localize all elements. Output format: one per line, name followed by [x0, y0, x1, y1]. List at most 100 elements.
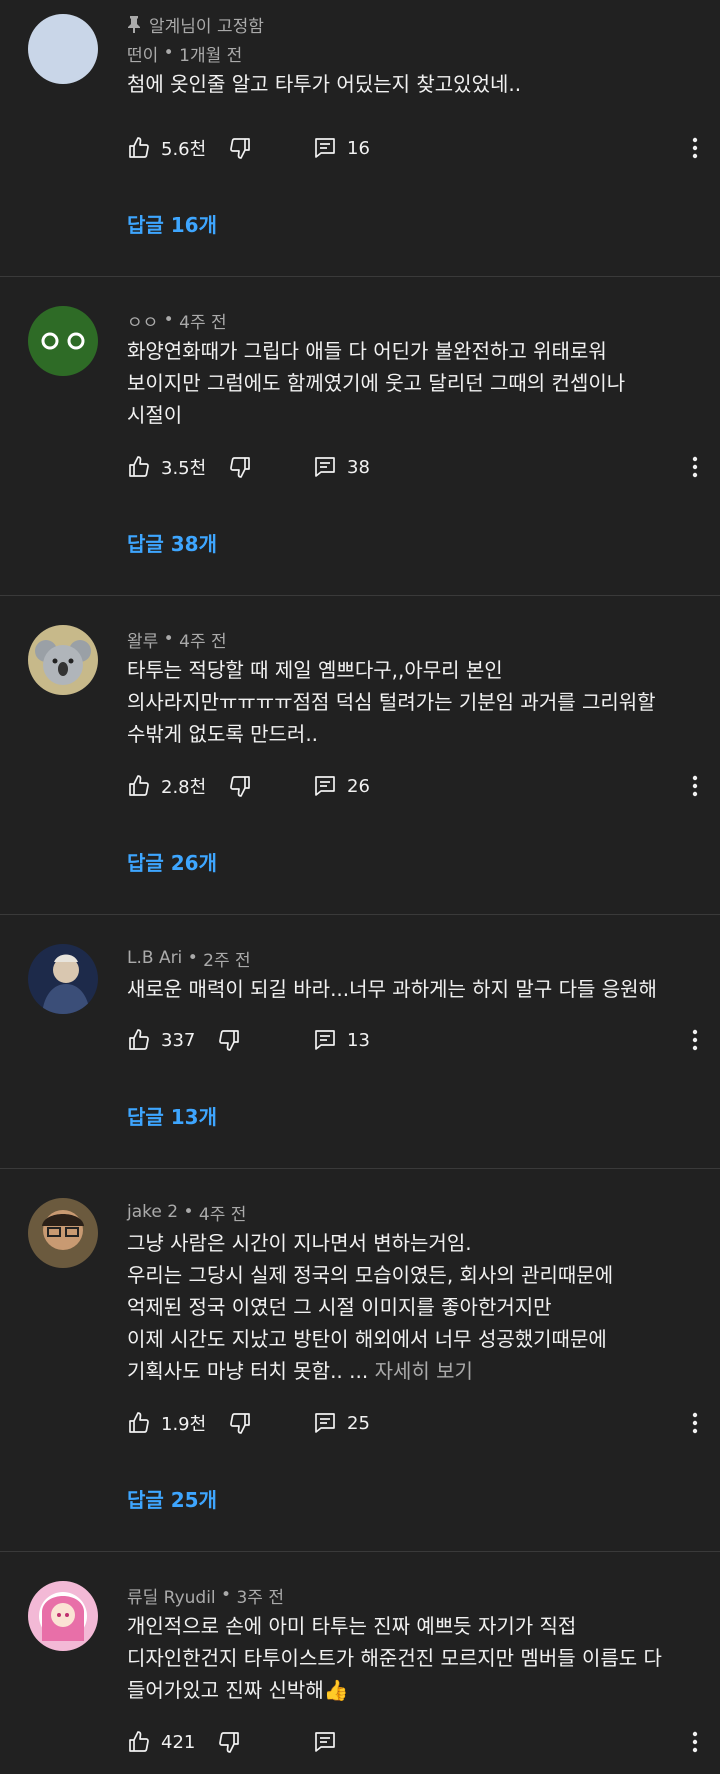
comment-line: 첨에 옷인줄 알고 타투가 어딨는지 찾고있었네.. — [127, 72, 522, 96]
comment-item: 류딜 Ryudil • 3주 전 개인적으로 손에 아미 타투는 진짜 예쁘듯 … — [0, 1552, 720, 1774]
more-options-icon[interactable] — [692, 1412, 698, 1434]
author-name[interactable]: 왈루 — [127, 627, 158, 652]
more-options-icon[interactable] — [692, 1731, 698, 1753]
view-replies-link[interactable]: 답글 16개 — [127, 209, 217, 238]
comment-line: 우리는 그당시 실제 정국의 모습이였든, 회사의 관리때문에 — [127, 1263, 614, 1287]
reply-count: 13 — [347, 1029, 370, 1051]
comment-line: 기획사도 마냥 터치 못함.. ... — [127, 1359, 369, 1383]
comment-line: 의사라지만ㅠㅠㅠㅠ점점 덕심 털려가는 기분임 과거를 그리워할 — [127, 690, 656, 714]
comment-item: ㅇㅇ • 4주 전 화양연화때가 그립다 애들 다 어딘가 불완전하고 위태로워… — [0, 277, 720, 596]
comment-text: 타투는 적당할 때 제일 옘쁘다구,,아무리 본인의사라지만ㅠㅠㅠㅠ점점 덕심 … — [127, 654, 700, 750]
thumbs-up-icon — [127, 455, 151, 479]
view-replies-link[interactable]: 답글 26개 — [127, 847, 217, 876]
like-button[interactable]: 337 — [127, 1028, 195, 1052]
comment-meta: ㅇㅇ • 4주 전 — [127, 305, 700, 335]
koala-icon — [35, 640, 91, 685]
avatar[interactable] — [28, 944, 98, 1014]
reply-button[interactable] — [313, 1730, 347, 1754]
avatar[interactable] — [28, 14, 98, 84]
comment-item: L.B Ari • 2주 전 새로운 매력이 되길 바라...너무 과하게는 하… — [0, 915, 720, 1169]
like-button[interactable]: 3.5천 — [127, 454, 206, 480]
reply-button[interactable]: 16 — [313, 136, 370, 160]
like-count: 337 — [161, 1029, 196, 1051]
reply-count: 25 — [347, 1412, 370, 1434]
comment-time: 1개월 전 — [179, 45, 243, 66]
comment-icon — [313, 1028, 337, 1052]
comment-meta: 떤이 • 1개월 전 — [127, 38, 700, 68]
dislike-button[interactable] — [228, 774, 252, 798]
avatar[interactable] — [28, 1198, 98, 1268]
reply-button[interactable]: 26 — [313, 774, 370, 798]
dislike-button[interactable] — [217, 1028, 241, 1052]
author-name[interactable]: jake 2 — [127, 1202, 178, 1222]
reply-count: 26 — [347, 775, 370, 797]
thumbs-up-icon — [127, 136, 151, 160]
reply-button[interactable]: 25 — [313, 1411, 370, 1435]
comment-line: 이제 시간도 지났고 방탄이 해외에서 너무 성공했기때문에 — [127, 1327, 607, 1351]
pinned-label: 알계님이 고정함 — [149, 16, 264, 37]
avatar[interactable] — [28, 306, 98, 376]
comment-time: 2주 전 — [203, 950, 251, 971]
author-name[interactable]: 떤이 — [127, 41, 158, 66]
like-count: 1.9천 — [161, 1414, 207, 1435]
like-button[interactable]: 2.8천 — [127, 773, 206, 799]
comment-icon — [313, 136, 337, 160]
thumbs-down-icon — [228, 1411, 252, 1435]
pin-icon — [127, 15, 141, 33]
like-count: 2.8천 — [161, 777, 207, 798]
dislike-button[interactable] — [228, 136, 252, 160]
like-count: 421 — [161, 1731, 196, 1753]
thumbs-down-icon — [228, 136, 252, 160]
thumbs-down-icon — [217, 1028, 241, 1052]
more-options-icon[interactable] — [692, 775, 698, 797]
comment-time: 4주 전 — [198, 1204, 247, 1225]
view-replies-link[interactable]: 답글 13개 — [127, 1101, 217, 1130]
more-options-icon[interactable] — [692, 1029, 698, 1051]
thumbs-down-icon — [228, 455, 252, 479]
comment-icon — [313, 455, 337, 479]
read-more-link[interactable]: 자세히 보기 — [375, 1359, 473, 1383]
like-button[interactable]: 5.6천 — [127, 135, 206, 161]
comment-line: 보이지만 그럼에도 함께였기에 웃고 달리던 그때의 컨셉이나 — [127, 371, 626, 395]
thumbs-down-icon — [228, 774, 252, 798]
view-replies-link[interactable]: 답글 38개 — [127, 528, 217, 557]
comment-icon — [313, 1730, 337, 1754]
comment-icon — [313, 774, 337, 798]
comment-meta: jake 2 • 4주 전 — [127, 1197, 700, 1227]
comment-line: 새로운 매력이 되길 바라...너무 과하게는 하지 말구 다들 응원해 — [127, 977, 657, 1001]
comment-meta: 류딜 Ryudil • 3주 전 — [127, 1580, 700, 1610]
comment-line: 개인적으로 손에 아미 타투는 진짜 예쁘듯 자기가 직접 — [127, 1614, 577, 1638]
person-photo-icon — [42, 1210, 84, 1250]
more-options-icon[interactable] — [692, 137, 698, 159]
comment-text: 그냥 사람은 시간이 지나면서 변하는거임. 우리는 그당시 실제 정국의 모습이… — [127, 1227, 700, 1387]
comment-line: 시절이 — [127, 403, 183, 427]
dislike-button[interactable] — [228, 455, 252, 479]
comment-line: 타투는 적당할 때 제일 옘쁘다구,,아무리 본인 — [127, 658, 503, 682]
pinned-indicator: 알계님이 고정함 — [127, 10, 700, 38]
dislike-button[interactable] — [228, 1411, 252, 1435]
avatar[interactable] — [28, 1581, 98, 1651]
comment-icon — [313, 1411, 337, 1435]
thumbs-up-icon — [127, 1028, 151, 1052]
reply-count: 38 — [347, 456, 370, 478]
thumbs-up-icon — [127, 774, 151, 798]
view-replies-link[interactable]: 답글 25개 — [127, 1484, 217, 1513]
author-name[interactable]: 류딜 Ryudil — [127, 1583, 216, 1608]
avatar[interactable] — [28, 625, 98, 695]
like-button[interactable]: 1.9천 — [127, 1410, 206, 1436]
like-button[interactable]: 421 — [127, 1730, 195, 1754]
person-photo-icon — [42, 954, 90, 1014]
comment-time: 4주 전 — [179, 312, 227, 333]
author-name[interactable]: L.B Ari — [127, 948, 182, 968]
thumbs-up-icon — [127, 1730, 151, 1754]
author-name[interactable]: ㅇㅇ — [127, 308, 158, 333]
comment-text: 첨에 옷인줄 알고 타투가 어딨는지 찾고있었네.. — [127, 68, 700, 100]
comment-item: 왈루 • 4주 전 타투는 적당할 때 제일 옘쁘다구,,아무리 본인 의사라지만… — [0, 596, 720, 915]
thumbs-up-icon — [127, 1411, 151, 1435]
reply-button[interactable]: 13 — [313, 1028, 370, 1052]
comment-text: 개인적으로 손에 아미 타투는 진짜 예쁘듯 자기가 직접 디자인한건지 타투이스… — [127, 1610, 700, 1706]
dislike-button[interactable] — [217, 1730, 241, 1754]
more-options-icon[interactable] — [692, 456, 698, 478]
comment-text: 화양연화때가 그립다 애들 다 어딘가 불완전하고 위태로워 보이지만 그럼에도 … — [127, 335, 700, 431]
reply-button[interactable]: 38 — [313, 455, 370, 479]
